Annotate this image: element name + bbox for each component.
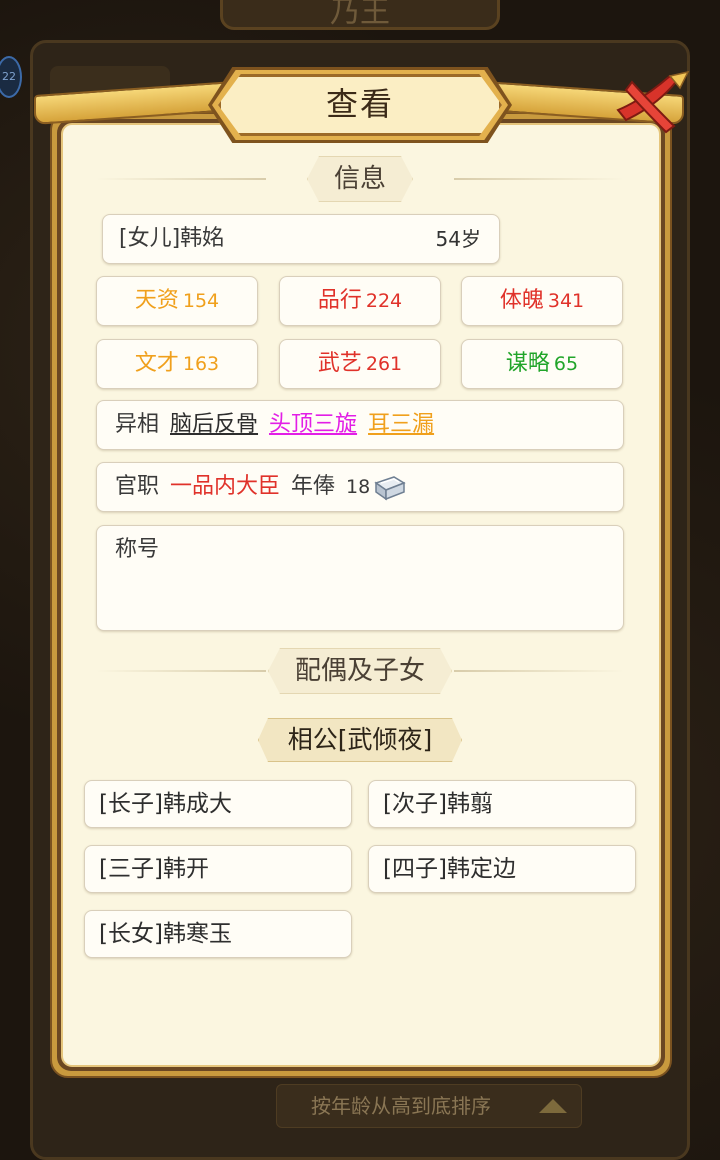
honor-title-label: 称号 (115, 537, 160, 562)
child-button[interactable]: [次子]韩翦 (368, 780, 636, 828)
child-button[interactable]: [长子]韩成大 (84, 780, 352, 828)
trait-item[interactable]: 耳三漏 (368, 412, 434, 437)
child-button[interactable]: [三子]韩开 (84, 845, 352, 893)
sort-button[interactable]: 按年龄从高到底排序 (276, 1084, 582, 1128)
character-name: [女儿]韩姳 (119, 226, 225, 251)
trait-item[interactable]: 头顶三旋 (269, 412, 357, 437)
spouse-button[interactable]: 相公[武倾夜] (258, 718, 462, 762)
family-section-title: 配偶及子女 (268, 648, 452, 694)
family-section-header: 配偶及子女 (96, 648, 624, 694)
stat-strategy: 谋略 65 (461, 339, 623, 389)
salary-value: 18 (346, 476, 371, 498)
stat-conduct: 品行 224 (279, 276, 441, 326)
close-button[interactable] (612, 70, 692, 140)
traits-label: 异相 (115, 412, 160, 437)
office-label: 官职 (115, 474, 160, 499)
traits-box: 异相 脑后反骨 头顶三旋 耳三漏 (96, 400, 624, 450)
sort-label: 按年龄从高到底排序 (311, 1094, 491, 1118)
child-button[interactable]: [长女]韩寒玉 (84, 910, 352, 958)
trait-item[interactable]: 脑后反骨 (170, 412, 258, 437)
child-button[interactable]: [四子]韩定边 (368, 845, 636, 893)
character-age: 54岁 (435, 227, 481, 251)
stat-talent: 天资 154 (96, 276, 258, 326)
close-x-icon (616, 70, 690, 134)
stat-literacy: 文才 163 (96, 339, 258, 389)
character-name-box: [女儿]韩姳 54岁 (102, 214, 500, 264)
office-box: 官职 一品内大臣 年俸 18 (96, 462, 624, 512)
info-section-header: 信息 (96, 156, 624, 202)
silver-ingot-icon (372, 471, 406, 501)
sort-arrow-icon (539, 1099, 567, 1113)
office-value: 一品内大臣 (170, 474, 281, 499)
stat-martial: 武艺 261 (279, 339, 441, 389)
info-section-title: 信息 (307, 156, 413, 202)
background-title: 乃王 (220, 0, 500, 30)
stat-physique: 体魄 341 (461, 276, 623, 326)
honor-title-box: 称号 (96, 525, 624, 631)
salary-label: 年俸 (291, 474, 336, 499)
dialog-title: 查看 (325, 85, 394, 123)
